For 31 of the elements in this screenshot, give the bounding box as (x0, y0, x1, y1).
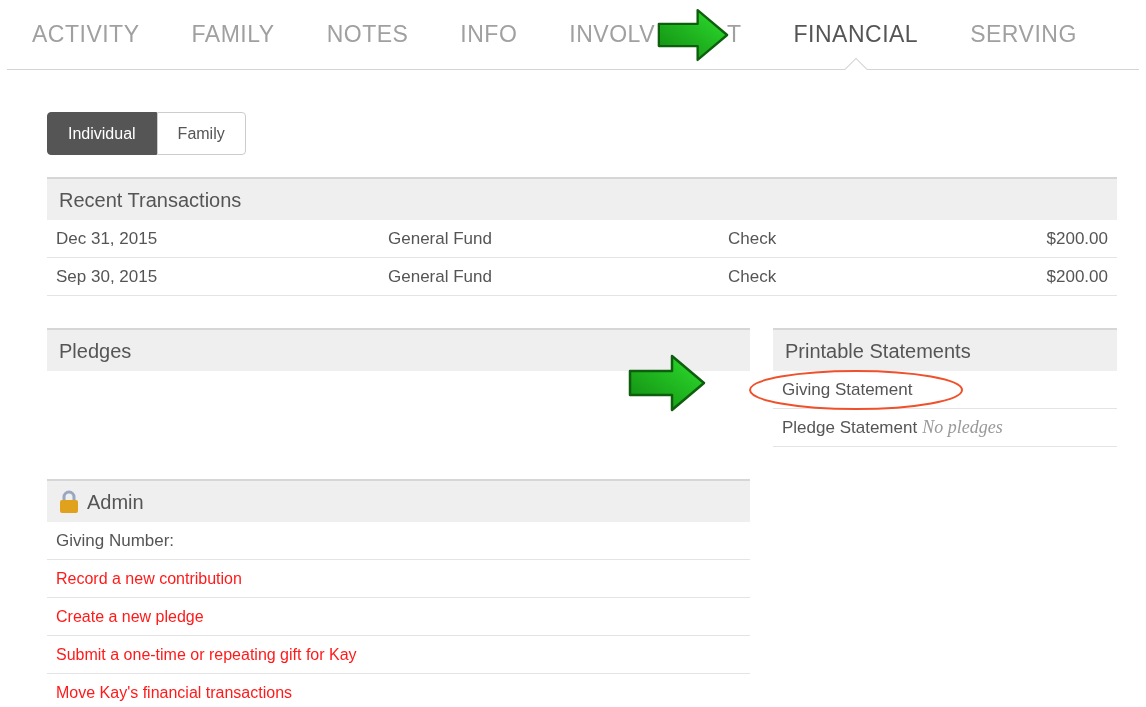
arrow-icon (628, 354, 706, 412)
tab[interactable]: FAMILY (191, 0, 275, 69)
table-cell-text: $200.00 (1046, 265, 1108, 288)
tab[interactable]: INFO (460, 0, 518, 69)
section-title: Recent Transactions (59, 187, 242, 213)
statement-note: No pledges (922, 416, 1003, 439)
tab[interactable]: ACTIVITY (32, 0, 140, 69)
toggle-button[interactable]: Family (156, 112, 246, 155)
tab[interactable]: NOTES (326, 0, 409, 69)
tab[interactable]: SERVING (970, 0, 1077, 69)
table-cell-text: General Fund (388, 227, 493, 250)
table-cell-text: $200.00 (1046, 227, 1108, 250)
table-cell-text: Check (728, 265, 778, 288)
section-title: Pledges (59, 338, 132, 364)
section-title: Printable Statements (785, 338, 971, 364)
tab[interactable]: FINANCIAL (793, 0, 919, 69)
admin-link[interactable]: Create a new pledge (56, 604, 204, 629)
lock-icon (59, 489, 79, 514)
arrow-icon (657, 8, 729, 62)
admin-link[interactable]: Move Kay's financial transactions (56, 680, 293, 705)
tab[interactable]: INVOLV T (569, 0, 742, 69)
table-cell-text: Dec 31, 2015 (56, 227, 159, 250)
statement-link[interactable]: Pledge Statement (782, 414, 918, 441)
toggle-button[interactable]: Individual (47, 112, 157, 155)
admin-link[interactable]: Submit a one-time or repeating gift for Kay (56, 642, 357, 667)
admin-link[interactable]: Record a new contribution (56, 566, 242, 591)
field-label: Giving Number: (56, 529, 175, 552)
table-cell-text: Sep 30, 2015 (56, 265, 159, 288)
table-cell-text: Check (728, 227, 778, 250)
section-title: Admin (87, 489, 144, 515)
table-cell-text: General Fund (388, 265, 493, 288)
